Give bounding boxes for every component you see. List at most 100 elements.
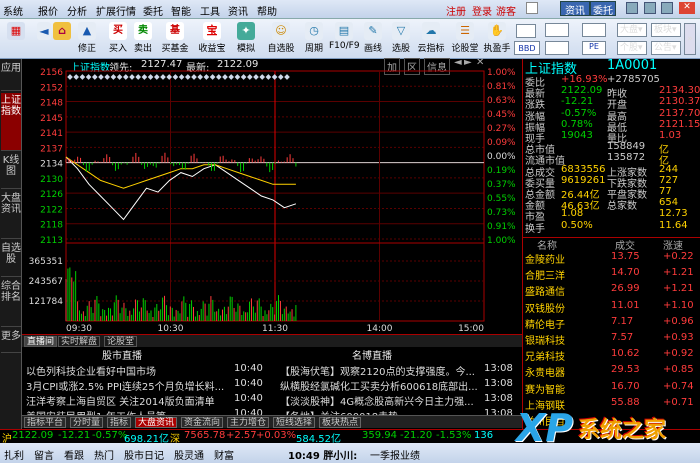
tab-news[interactable]: 资讯 (560, 1, 590, 17)
bottom-tab[interactable]: 短线选择 (273, 417, 316, 428)
stock-picker-button[interactable]: ▽ 选股 (386, 21, 416, 57)
f10-button[interactable]: ▤ F10/F9 (329, 21, 360, 57)
quote-cell: 2130.37 (659, 96, 700, 108)
list-stock-name[interactable]: 盛路通信 (525, 283, 565, 298)
blog-item[interactable]: 【股海伏笔】观察2120点的支撑强度。今... (280, 363, 480, 378)
dragon-icon[interactable] (516, 24, 536, 38)
yield-treasure-button[interactable]: 宝收益宝 (195, 21, 229, 57)
tab-live-room[interactable]: 直播间 (24, 336, 58, 347)
list-stock-name[interactable]: 金陵药业 (525, 251, 565, 266)
bottom-tab[interactable]: 指标平台 (24, 417, 67, 428)
footer-link[interactable]: 股市日记 (124, 447, 164, 462)
footer-link[interactable]: 留言 (34, 447, 54, 462)
guest-link[interactable]: 游客 (496, 3, 516, 18)
bottom-tab[interactable]: 主力增仓 (227, 417, 270, 428)
notice-dropdown[interactable]: 公告▾ (651, 41, 681, 55)
menu-grid-button[interactable]: ▦ (4, 21, 28, 57)
menu-analysis[interactable]: 分析 (67, 3, 87, 18)
stock-dropdown[interactable]: 个股▾ (617, 41, 647, 55)
menu-quote[interactable]: 报价 (38, 3, 58, 18)
list-stock-price: 11.01 (611, 299, 640, 311)
tab-trade[interactable]: 委托 (590, 1, 616, 17)
tab-realtime-analysis[interactable]: 实时解盘 (58, 336, 101, 347)
col-price-header[interactable]: 成交 (615, 237, 635, 252)
col-name-header[interactable]: 名称 (537, 237, 557, 252)
footer-link[interactable]: 看跟 (64, 447, 84, 462)
footer-link[interactable]: 股灵通 (174, 447, 204, 462)
home-button[interactable]: ⌂ (50, 21, 74, 57)
footer-link[interactable]: 扎利 (4, 447, 24, 462)
menu-help[interactable]: 帮助 (257, 3, 277, 18)
news-item[interactable]: 汪洋考察上海自贸区 关注2014版负面清单 (26, 393, 226, 408)
tab-forum[interactable]: 论股堂 (104, 336, 138, 347)
menu-extended[interactable]: 扩展行情 (96, 3, 136, 18)
draw-button[interactable]: ✎ 画线 (358, 21, 388, 57)
third-index[interactable]: 359.94 (362, 430, 397, 441)
footer-link[interactable]: 财富 (214, 447, 234, 462)
sidetab-sh-index[interactable]: 上证指数 (1, 93, 21, 151)
sidetab-kline[interactable]: K线图 (1, 153, 21, 189)
buy-fund-button[interactable]: 基买基金 (158, 21, 192, 57)
close-icon[interactable]: ✕ (679, 2, 695, 14)
envelope-icon[interactable] (526, 2, 538, 14)
footer-message[interactable]: 一季报业绩 (370, 447, 420, 462)
bottom-tab[interactable]: 分时量 (70, 417, 104, 428)
bottom-tab[interactable]: 指标 (107, 417, 132, 428)
bbd-button[interactable]: BBD (514, 41, 540, 55)
sidetab-market-news[interactable]: 大盘资讯 (1, 191, 21, 239)
expand-icon[interactable]: » (684, 23, 696, 55)
chart-icon[interactable] (545, 41, 569, 55)
cloud-indicator-button[interactable]: ☁ 云指标 (414, 21, 448, 57)
maximize-icon[interactable] (661, 2, 673, 14)
event-marker (271, 74, 278, 80)
quote-cell: 总家数 (607, 201, 637, 213)
list-stock-name[interactable]: 永贵电器 (525, 364, 565, 379)
wifi-icon[interactable] (582, 23, 606, 37)
bottom-tab[interactable]: 资金流向 (181, 417, 224, 428)
list-stock-name[interactable]: 合肥三洋 (525, 267, 565, 282)
sector-dropdown[interactable]: 板块▾ (651, 23, 681, 37)
news-item[interactable]: 3月CPI或涨2.5% PPI连续25个月负增长料... (26, 378, 226, 393)
bottom-tab[interactable]: 板块热点 (319, 417, 362, 428)
modify-button[interactable]: ▲ 修正 (72, 21, 102, 57)
list-stock-name[interactable]: 赛为智能 (525, 381, 565, 396)
watchlist-button[interactable]: ☺ 自选股 (264, 21, 298, 57)
list-stock-name[interactable]: 精伦电子 (525, 316, 565, 331)
col-speed-header[interactable]: 涨速 (663, 237, 683, 252)
pe-icon[interactable]: PE (582, 41, 606, 55)
restore-icon[interactable] (626, 2, 638, 14)
blog-item[interactable]: 纵横股经氯碱化工买卖分析600618底部出... (280, 378, 480, 393)
sidetab-ranking[interactable]: 综合排名 (1, 279, 21, 327)
menu-system[interactable]: 系统 (3, 3, 23, 18)
market-dropdown[interactable]: 大盘▾ (617, 23, 647, 37)
forum-button[interactable]: ☰ 论股堂 (448, 21, 482, 57)
period-button[interactable]: ◷ 周期 (299, 21, 329, 57)
menu-trade[interactable]: 委托 (143, 3, 163, 18)
menu-smart[interactable]: 智能 (171, 3, 191, 18)
menu-news[interactable]: 资讯 (228, 3, 248, 18)
f10-label: F10/F9 (329, 41, 360, 51)
sh-index[interactable]: 2122.09 (12, 430, 53, 441)
register-link[interactable]: 注册 (446, 3, 466, 18)
list-stock-name[interactable]: 银瑞科技 (525, 332, 565, 347)
sell-button[interactable]: 卖卖出 (128, 21, 158, 57)
sidetab-more[interactable]: 更多 (1, 329, 21, 353)
list-stock-name[interactable]: 兄弟科技 (525, 348, 565, 363)
sidetab-apps[interactable]: 应用 (1, 61, 21, 91)
simulate-button[interactable]: ✦ 模拟 (231, 21, 261, 57)
news-item[interactable]: 以色列科技企业看好中国市场 (26, 363, 226, 378)
menu-tools[interactable]: 工具 (200, 3, 220, 18)
bottom-tab[interactable]: 大盘资讯 (135, 417, 178, 428)
sz-index[interactable]: 7565.78 (184, 430, 225, 441)
period-label: 周期 (304, 44, 323, 54)
chat-icon[interactable] (545, 23, 569, 37)
minimize-icon[interactable] (644, 2, 656, 14)
list-stock-name[interactable]: 双钱股份 (525, 300, 565, 315)
blog-item[interactable]: 【淡淡股神】4G概念股高新兴今日主力强... (280, 393, 480, 408)
profit-hand-button[interactable]: ✋ 执盈手 (480, 21, 514, 57)
footer-link[interactable]: 热门 (94, 447, 114, 462)
login-link[interactable]: 登录 (472, 3, 492, 18)
sidetab-watchlist[interactable]: 自选股 (1, 241, 21, 277)
list-stock-price: 7.17 (611, 315, 634, 327)
intraday-chart[interactable]: 上证指数 领先: 2127.47 最新: 2122.09 加 区 信息 ◄ ► … (22, 57, 522, 334)
